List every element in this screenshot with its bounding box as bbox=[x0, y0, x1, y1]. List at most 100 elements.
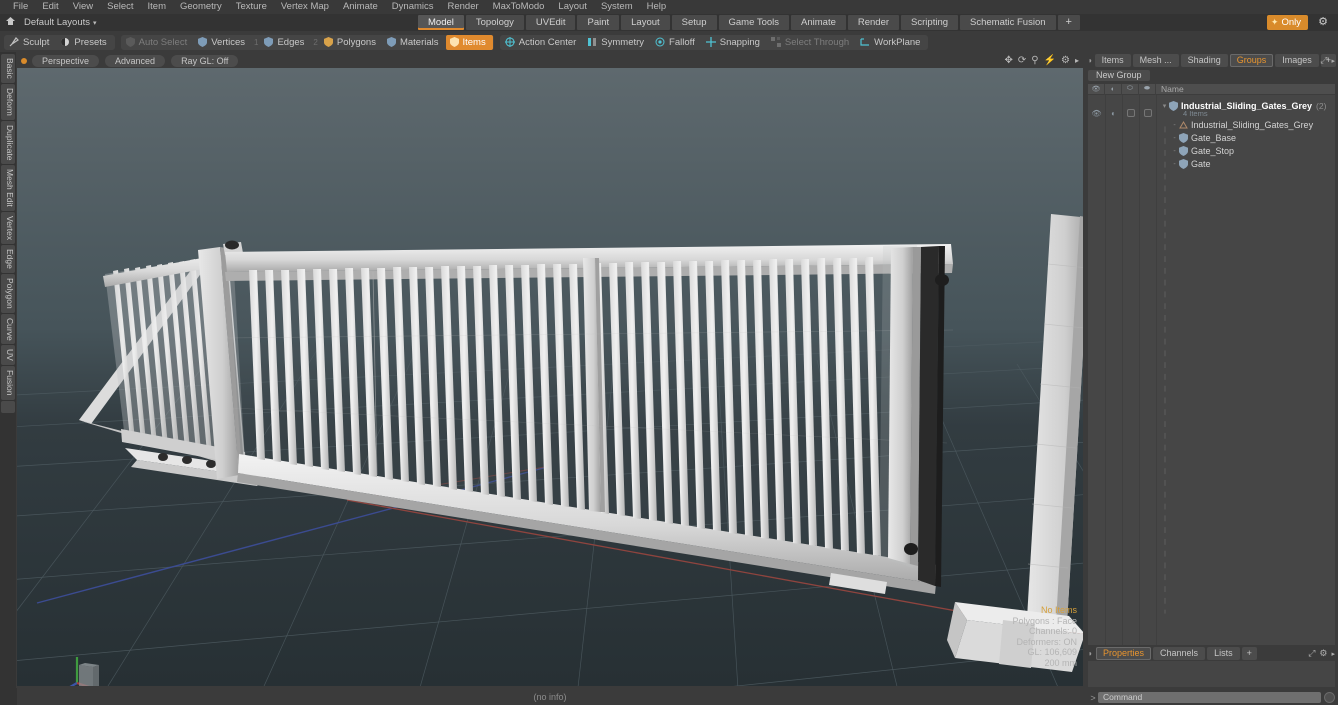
info-icon[interactable]: ⬬ bbox=[1139, 83, 1156, 95]
command-input[interactable] bbox=[1098, 692, 1321, 703]
viewport-3d[interactable]: Perspective Advanced Ray GL: Off ✥ ⟳ ⚲ ⚡… bbox=[17, 53, 1083, 686]
chevron-down-icon[interactable]: ▾ bbox=[93, 19, 97, 27]
tab-images[interactable]: Images bbox=[1275, 54, 1319, 67]
tab-scripting[interactable]: Scripting bbox=[901, 15, 959, 30]
eye-icon[interactable]: 👁 bbox=[1088, 83, 1105, 95]
polygons-button[interactable]: Polygons bbox=[320, 35, 383, 50]
new-group-button[interactable]: New Group bbox=[1088, 69, 1150, 81]
sidebar-item-edge[interactable]: Edge bbox=[1, 245, 15, 273]
tab-layout[interactable]: Layout bbox=[621, 15, 670, 30]
tab-setup[interactable]: Setup bbox=[671, 15, 717, 30]
row-render-toggle[interactable]: ◐ bbox=[1105, 107, 1122, 119]
sidebar-item-mesh-edit[interactable]: Mesh Edit bbox=[1, 165, 15, 211]
rotate-icon[interactable]: ⟳ bbox=[1018, 53, 1026, 68]
only-toggle-button[interactable]: ✦ Only bbox=[1266, 15, 1308, 30]
sidebar-extra-button[interactable] bbox=[1, 400, 15, 413]
sidebar-item-fusion[interactable]: Fusion bbox=[1, 366, 15, 400]
action-center-button[interactable]: Action Center bbox=[501, 35, 584, 50]
tab-channels[interactable]: Channels bbox=[1153, 646, 1206, 660]
tab-lists[interactable]: Lists bbox=[1207, 646, 1240, 660]
symmetry-button[interactable]: Symmetry bbox=[583, 35, 651, 50]
snapping-button[interactable]: Snapping bbox=[702, 35, 767, 50]
home-icon[interactable] bbox=[0, 16, 20, 29]
menu-item-texture[interactable]: Texture bbox=[229, 0, 274, 14]
auto-select-button[interactable]: Auto Select bbox=[122, 35, 195, 50]
menu-item-maxtomodo[interactable]: MaxToModo bbox=[486, 0, 552, 14]
items-button[interactable]: Items bbox=[445, 34, 493, 50]
lock-icon[interactable]: ⬭ bbox=[1122, 83, 1139, 95]
gear-icon[interactable]: ⚙ bbox=[1319, 648, 1327, 659]
tab-model[interactable]: Model bbox=[418, 15, 464, 30]
tab-properties[interactable]: Properties bbox=[1096, 646, 1152, 660]
menu-item-view[interactable]: View bbox=[66, 0, 100, 14]
sidebar-item-vertex[interactable]: Vertex bbox=[1, 211, 15, 245]
tree-row-mesh-item[interactable]: ‑ Industrial_Sliding_Gates_Grey bbox=[1160, 119, 1335, 131]
menu-item-item[interactable]: Item bbox=[141, 0, 173, 14]
tab-mesh[interactable]: Mesh ... bbox=[1132, 54, 1179, 67]
row-lock-toggle[interactable] bbox=[1122, 107, 1139, 119]
row-eye-toggle[interactable]: 👁 bbox=[1088, 107, 1105, 119]
presets-button[interactable]: Presets bbox=[56, 35, 113, 50]
zoom-icon[interactable]: ⚲ bbox=[1031, 53, 1038, 68]
sidebar-item-uv[interactable]: UV bbox=[1, 345, 15, 366]
viewport-canvas[interactable] bbox=[17, 68, 1083, 686]
tree-row-gate[interactable]: ‑ Gate bbox=[1160, 158, 1335, 170]
tab-add-button[interactable]: + bbox=[1057, 15, 1080, 30]
tree-row-gate-base[interactable]: ‑ Gate_Base bbox=[1160, 132, 1335, 144]
chevron-right-icon[interactable]: > bbox=[1088, 693, 1098, 703]
select-through-button[interactable]: Select Through bbox=[767, 35, 856, 50]
tab-render[interactable]: Render bbox=[847, 15, 900, 30]
panel-menu-dot[interactable]: ◗ bbox=[1088, 649, 1096, 658]
edges-button[interactable]: Edges bbox=[260, 35, 311, 50]
tree-row-gate-stop[interactable]: ‑ Gate_Stop bbox=[1160, 145, 1335, 157]
chevron-right-icon[interactable]: ▸ bbox=[1331, 650, 1335, 658]
menu-item-help[interactable]: Help bbox=[640, 0, 674, 14]
menu-item-vertex-map[interactable]: Vertex Map bbox=[274, 0, 336, 14]
chevron-right-icon[interactable]: ▸ bbox=[1075, 53, 1079, 68]
menu-item-animate[interactable]: Animate bbox=[336, 0, 385, 14]
gear-icon[interactable]: ⚙ bbox=[1316, 15, 1330, 30]
panel-menu-dot[interactable]: ◗ bbox=[1088, 56, 1095, 65]
sidebar-item-polygon[interactable]: Polygon bbox=[1, 273, 15, 313]
expand-icon[interactable]: ⤢ bbox=[1308, 648, 1315, 659]
move-icon[interactable]: ✥ bbox=[1004, 53, 1012, 68]
tab-game-tools[interactable]: Game Tools bbox=[718, 15, 790, 30]
disclosure-triangle-icon[interactable]: ▾ bbox=[1160, 102, 1169, 110]
tab-items[interactable]: Items bbox=[1094, 54, 1131, 67]
record-icon[interactable] bbox=[1324, 692, 1335, 703]
expand-icon[interactable]: ⤢ bbox=[1320, 55, 1327, 66]
menu-item-geometry[interactable]: Geometry bbox=[173, 0, 229, 14]
viewport-menu-dot[interactable] bbox=[21, 57, 27, 64]
menu-item-select[interactable]: Select bbox=[100, 0, 140, 14]
menu-item-edit[interactable]: Edit bbox=[35, 0, 65, 14]
menu-item-file[interactable]: File bbox=[6, 0, 35, 14]
materials-button[interactable]: Materials bbox=[383, 35, 446, 50]
tab-groups[interactable]: Groups bbox=[1229, 54, 1274, 67]
menu-item-layout[interactable]: Layout bbox=[551, 0, 594, 14]
viewport-raygl-button[interactable]: Ray GL: Off bbox=[171, 54, 239, 67]
render-icon[interactable]: ◐ bbox=[1105, 83, 1122, 95]
menu-item-render[interactable]: Render bbox=[441, 0, 486, 14]
tab-schematic-fusion[interactable]: Schematic Fusion bbox=[960, 15, 1056, 30]
menu-item-dynamics[interactable]: Dynamics bbox=[385, 0, 441, 14]
group-tree[interactable]: 👁 ◐ ⬭ ⬬ Name 👁 ◐ ▾ Industrial_Sliding_Ga… bbox=[1088, 83, 1335, 645]
gear-icon[interactable]: ⚙ bbox=[1061, 53, 1070, 68]
sidebar-item-deform[interactable]: Deform bbox=[1, 83, 15, 120]
tab-uvedit[interactable]: UVEdit bbox=[525, 15, 576, 30]
chevron-right-icon[interactable]: ▸ bbox=[1331, 57, 1335, 65]
workplane-button[interactable]: WorkPlane bbox=[856, 35, 927, 50]
sidebar-item-curve[interactable]: Curve bbox=[1, 313, 15, 345]
tab-paint[interactable]: Paint bbox=[577, 15, 620, 30]
layout-selector-label[interactable]: Default Layouts bbox=[20, 17, 90, 28]
tab-add-properties-button[interactable]: + bbox=[1241, 646, 1257, 660]
vertices-button[interactable]: Vertices bbox=[194, 35, 252, 50]
sculpt-button[interactable]: Sculpt bbox=[5, 35, 56, 50]
falloff-button[interactable]: Falloff bbox=[651, 35, 702, 50]
tab-shading[interactable]: Shading bbox=[1180, 54, 1228, 67]
sidebar-item-basic[interactable]: Basic bbox=[1, 54, 15, 83]
viewport-projection-button[interactable]: Perspective bbox=[32, 54, 100, 67]
sidebar-item-duplicate[interactable]: Duplicate bbox=[1, 120, 15, 165]
viewport-shading-button[interactable]: Advanced bbox=[105, 54, 166, 67]
tab-animate[interactable]: Animate bbox=[791, 15, 846, 30]
tab-topology[interactable]: Topology bbox=[465, 15, 524, 30]
